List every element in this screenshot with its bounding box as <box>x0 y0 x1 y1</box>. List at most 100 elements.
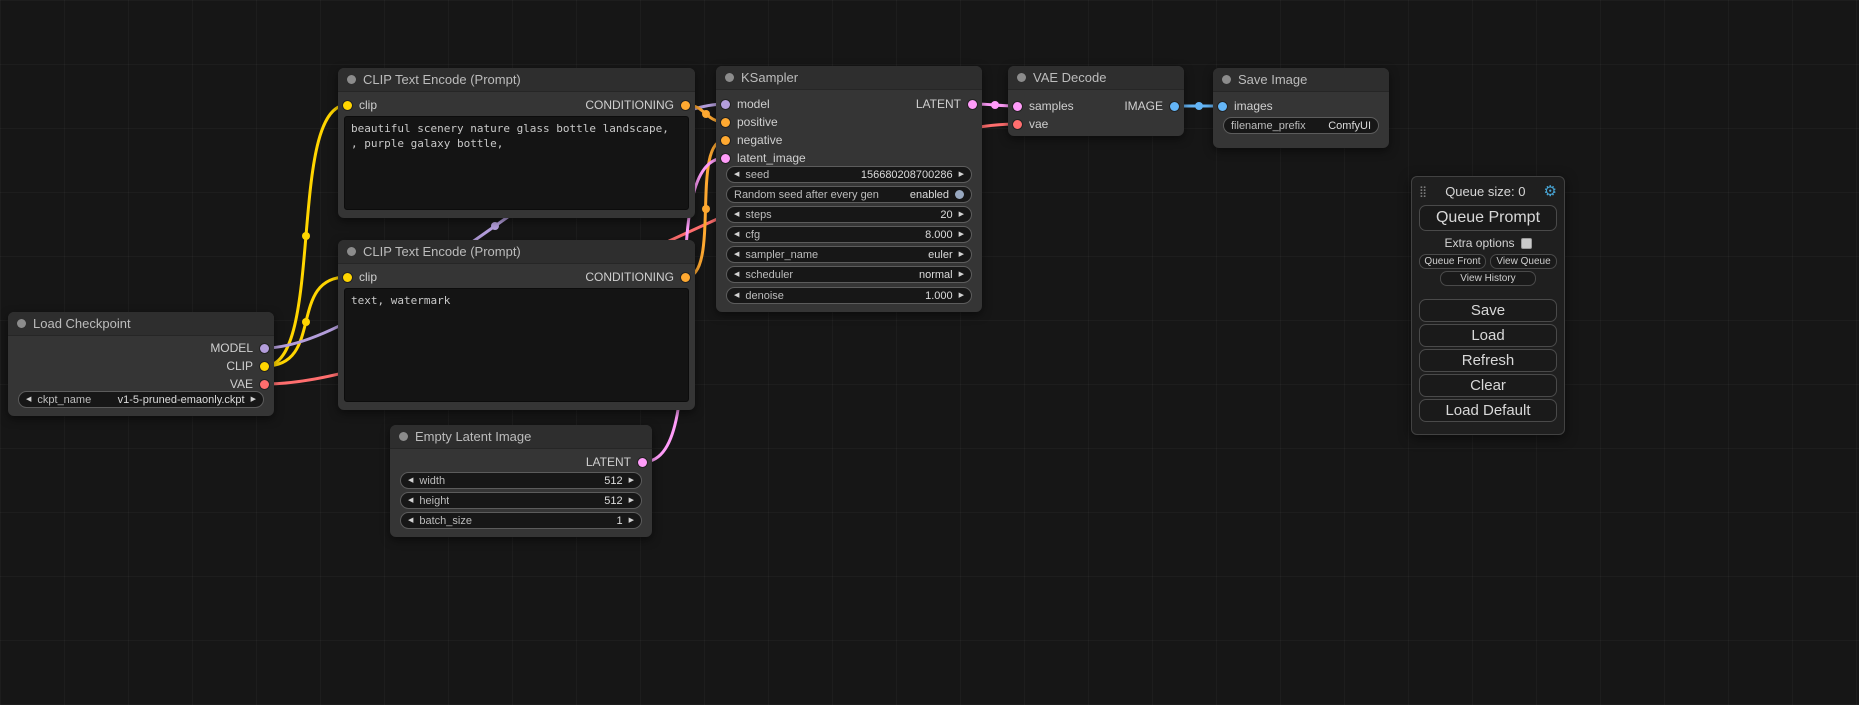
widget-value: 1.000 <box>925 290 953 302</box>
settings-gear-icon[interactable]: ⚙ <box>1544 184 1557 199</box>
clear-button[interactable]: Clear <box>1419 374 1557 397</box>
queue-prompt-button[interactable]: Queue Prompt <box>1419 205 1557 231</box>
input-label-negative: negative <box>737 133 782 147</box>
load-default-button[interactable]: Load Default <box>1419 399 1557 422</box>
widget-random-seed-toggle[interactable]: Random seed after every gen enabled <box>726 186 972 203</box>
node-title-bar[interactable]: Load Checkpoint <box>8 312 274 336</box>
output-port-conditioning[interactable] <box>681 101 690 110</box>
collapse-dot-icon[interactable] <box>347 75 356 84</box>
output-port-vae[interactable] <box>260 380 269 389</box>
toggle-indicator-icon[interactable] <box>955 190 964 199</box>
port-row: LATENT <box>390 453 652 471</box>
increment-arrow-icon[interactable]: ▶ <box>959 211 964 218</box>
input-port-negative[interactable] <box>721 136 730 145</box>
decrement-arrow-icon[interactable]: ◀ <box>408 517 413 524</box>
decrement-arrow-icon[interactable]: ◀ <box>408 477 413 484</box>
increment-arrow-icon[interactable]: ▶ <box>959 171 964 178</box>
widget-label: sampler_name <box>745 249 818 261</box>
decrement-arrow-icon[interactable]: ◀ <box>734 231 739 238</box>
decrement-arrow-icon[interactable]: ◀ <box>26 396 31 403</box>
increment-arrow-icon[interactable]: ▶ <box>629 497 634 504</box>
increment-arrow-icon[interactable]: ▶ <box>629 477 634 484</box>
widget-filename-prefix[interactable]: filename_prefix ComfyUI <box>1223 117 1379 134</box>
output-port-clip[interactable] <box>260 362 269 371</box>
node-ksampler[interactable]: KSampler model LATENT positive negative <box>716 66 982 312</box>
increment-arrow-icon[interactable]: ▶ <box>959 292 964 299</box>
collapse-dot-icon[interactable] <box>1222 75 1231 84</box>
widget-height[interactable]: ◀ height 512 ▶ <box>400 492 642 509</box>
increment-arrow-icon[interactable]: ▶ <box>629 517 634 524</box>
widget-scheduler[interactable]: ◀ scheduler normal ▶ <box>726 266 972 283</box>
load-button[interactable]: Load <box>1419 324 1557 347</box>
widget-width[interactable]: ◀ width 512 ▶ <box>400 472 642 489</box>
widget-seed[interactable]: ◀ seed 156680208700286 ▶ <box>726 166 972 183</box>
input-port-clip[interactable] <box>343 273 352 282</box>
node-title-bar[interactable]: VAE Decode <box>1008 66 1184 90</box>
decrement-arrow-icon[interactable]: ◀ <box>734 171 739 178</box>
save-button[interactable]: Save <box>1419 299 1557 322</box>
view-queue-button[interactable]: View Queue <box>1490 254 1557 269</box>
decrement-arrow-icon[interactable]: ◀ <box>734 251 739 258</box>
decrement-arrow-icon[interactable]: ◀ <box>734 271 739 278</box>
collapse-dot-icon[interactable] <box>725 73 734 82</box>
node-title-bar[interactable]: Save Image <box>1213 68 1389 92</box>
input-port-model[interactable] <box>721 100 730 109</box>
collapse-dot-icon[interactable] <box>17 319 26 328</box>
collapse-dot-icon[interactable] <box>1017 73 1026 82</box>
prompt-textarea[interactable]: beautiful scenery nature glass bottle la… <box>344 116 689 210</box>
node-clip-text-encode-negative[interactable]: CLIP Text Encode (Prompt) clip CONDITION… <box>338 240 695 410</box>
wire-midpoint-dot <box>302 318 310 326</box>
increment-arrow-icon[interactable]: ▶ <box>959 231 964 238</box>
output-port-latent[interactable] <box>638 458 647 467</box>
increment-arrow-icon[interactable]: ▶ <box>959 271 964 278</box>
output-port-conditioning[interactable] <box>681 273 690 282</box>
widget-steps[interactable]: ◀ steps 20 ▶ <box>726 206 972 223</box>
decrement-arrow-icon[interactable]: ◀ <box>734 292 739 299</box>
refresh-button[interactable]: Refresh <box>1419 349 1557 372</box>
widget-cfg[interactable]: ◀ cfg 8.000 ▶ <box>726 226 972 243</box>
input-label-clip: clip <box>359 270 377 284</box>
node-title-bar[interactable]: CLIP Text Encode (Prompt) <box>338 240 695 264</box>
queue-front-button[interactable]: Queue Front <box>1419 254 1486 269</box>
node-title-bar[interactable]: CLIP Text Encode (Prompt) <box>338 68 695 92</box>
collapse-dot-icon[interactable] <box>347 247 356 256</box>
node-save-image[interactable]: Save Image images filename_prefix ComfyU… <box>1213 68 1389 148</box>
node-empty-latent-image[interactable]: Empty Latent Image LATENT ◀ width 512 ▶ … <box>390 425 652 537</box>
port-row: CLIP <box>8 357 274 375</box>
node-title-bar[interactable]: KSampler <box>716 66 982 90</box>
output-label-model: MODEL <box>210 341 253 355</box>
widget-label: seed <box>745 169 769 181</box>
extra-options-checkbox[interactable] <box>1521 238 1532 249</box>
input-port-latent-image[interactable] <box>721 154 730 163</box>
decrement-arrow-icon[interactable]: ◀ <box>408 497 413 504</box>
node-clip-text-encode-positive[interactable]: CLIP Text Encode (Prompt) clip CONDITION… <box>338 68 695 218</box>
widget-ckpt-name[interactable]: ◀ ckpt_name v1-5-pruned-emaonly.ckpt ▶ <box>18 391 264 408</box>
widget-batch-size[interactable]: ◀ batch_size 1 ▶ <box>400 512 642 529</box>
wire-midpoint-dot <box>491 222 499 230</box>
collapse-dot-icon[interactable] <box>399 432 408 441</box>
input-port-positive[interactable] <box>721 118 730 127</box>
output-port-model[interactable] <box>260 344 269 353</box>
widget-denoise[interactable]: ◀ denoise 1.000 ▶ <box>726 287 972 304</box>
drag-handle-icon[interactable]: ⣿ <box>1419 185 1427 198</box>
node-load-checkpoint[interactable]: Load Checkpoint MODEL CLIP VAE ◀ ckpt_na… <box>8 312 274 416</box>
increment-arrow-icon[interactable]: ▶ <box>959 251 964 258</box>
decrement-arrow-icon[interactable]: ◀ <box>734 211 739 218</box>
output-port-image[interactable] <box>1170 102 1179 111</box>
view-history-button[interactable]: View History <box>1440 271 1536 286</box>
widget-label: Random seed after every gen <box>734 189 879 201</box>
increment-arrow-icon[interactable]: ▶ <box>251 396 256 403</box>
node-vae-decode[interactable]: VAE Decode samples IMAGE vae <box>1008 66 1184 136</box>
input-port-clip[interactable] <box>343 101 352 110</box>
menu-header[interactable]: ⣿ Queue size: 0 ⚙ <box>1419 184 1557 199</box>
input-port-images[interactable] <box>1218 102 1227 111</box>
output-port-latent[interactable] <box>968 100 977 109</box>
node-graph-canvas[interactable]: Load Checkpoint MODEL CLIP VAE ◀ ckpt_na… <box>0 0 1859 705</box>
queue-size-value: 0 <box>1518 184 1525 199</box>
input-port-vae[interactable] <box>1013 120 1022 129</box>
prompt-textarea[interactable]: text, watermark <box>344 288 689 402</box>
input-label-model: model <box>737 97 770 111</box>
widget-sampler-name[interactable]: ◀ sampler_name euler ▶ <box>726 246 972 263</box>
node-title-bar[interactable]: Empty Latent Image <box>390 425 652 449</box>
input-port-samples[interactable] <box>1013 102 1022 111</box>
